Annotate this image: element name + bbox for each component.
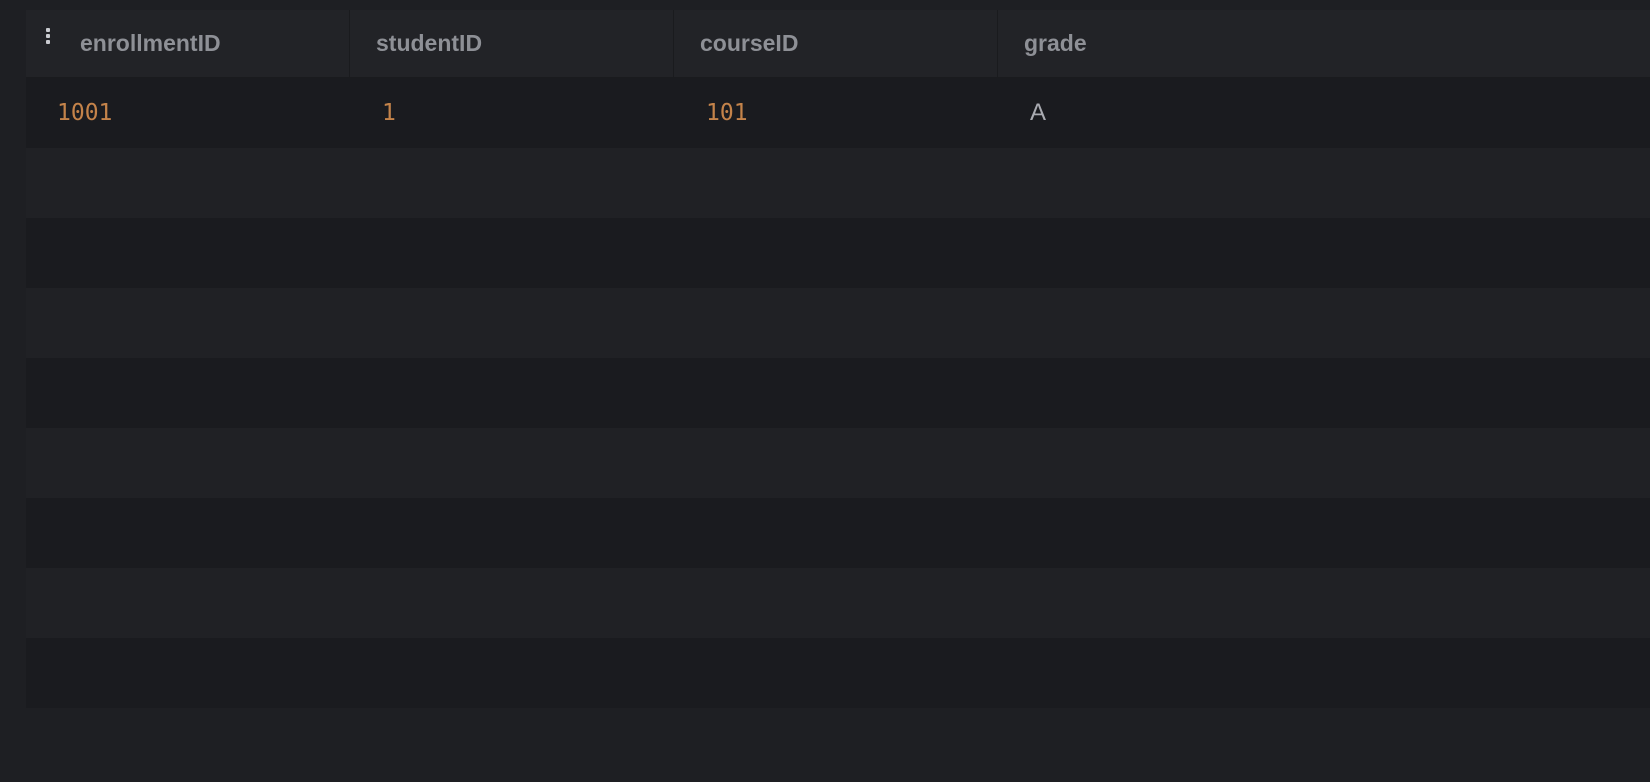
cell-value: 101	[706, 100, 748, 126]
empty-row	[26, 148, 1650, 218]
column-header-enrollmentid[interactable]: enrollmentID	[26, 10, 350, 77]
empty-row	[26, 218, 1650, 288]
empty-row	[26, 638, 1650, 708]
more-vertical-icon[interactable]	[46, 28, 50, 44]
cell-value: 1001	[57, 100, 113, 126]
empty-row	[26, 498, 1650, 568]
column-header-label: studentID	[376, 30, 483, 56]
empty-row	[26, 428, 1650, 498]
empty-row	[26, 568, 1650, 638]
cell-value: 1	[382, 100, 396, 126]
table-row[interactable]: 1001 1 101 A	[26, 78, 1650, 148]
table-header: enrollmentID studentID courseID grade	[26, 10, 1650, 78]
column-header-label: enrollmentID	[80, 30, 221, 56]
results-grid-page: enrollmentID studentID courseID grade 10…	[0, 0, 1650, 782]
column-header-label: grade	[1024, 30, 1087, 56]
table-cell[interactable]: 1	[350, 78, 674, 148]
table-cell[interactable]: A	[998, 78, 1650, 148]
table-cell[interactable]: 1001	[26, 78, 350, 148]
results-table: enrollmentID studentID courseID grade 10…	[26, 10, 1650, 708]
table-cell[interactable]: 101	[674, 78, 998, 148]
column-header-studentid[interactable]: studentID	[350, 10, 674, 77]
empty-row	[26, 288, 1650, 358]
column-header-label: courseID	[700, 30, 799, 56]
cell-value: A	[1030, 99, 1047, 126]
column-header-courseid[interactable]: courseID	[674, 10, 998, 77]
column-header-grade[interactable]: grade	[998, 10, 1650, 77]
empty-row	[26, 358, 1650, 428]
